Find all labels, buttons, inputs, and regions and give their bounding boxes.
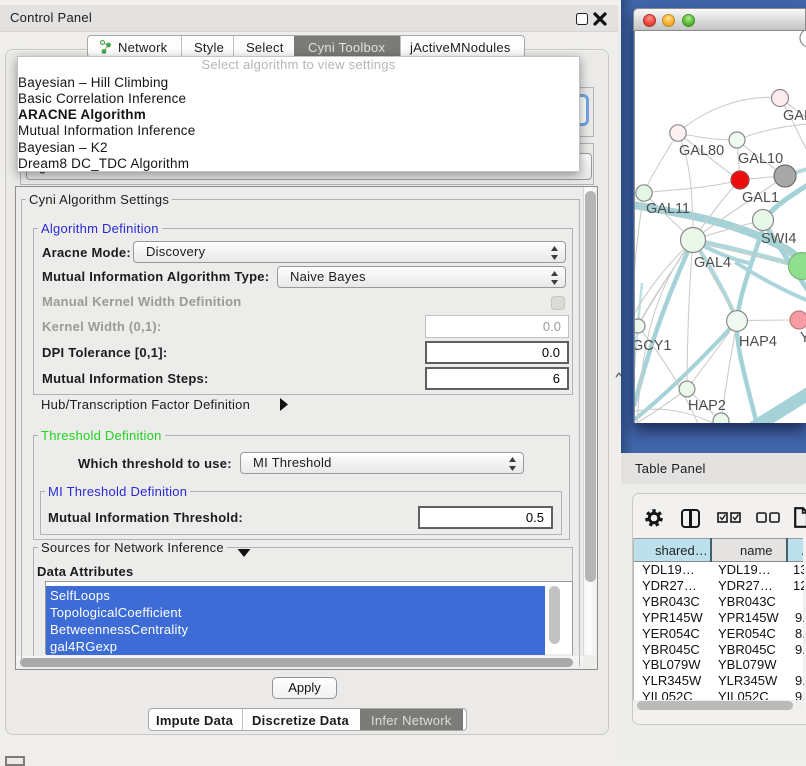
svg-text:HAP4: HAP4 [739, 334, 777, 350]
svg-text:Y: Y [800, 330, 806, 346]
svg-text:SWI4: SWI4 [761, 231, 796, 247]
svg-text:GAL10: GAL10 [738, 151, 783, 167]
svg-text:GAL1: GAL1 [742, 190, 779, 206]
svg-text:GAL: GAL [783, 108, 806, 124]
svg-text:GCY1: GCY1 [635, 338, 672, 354]
svg-text:GAL11: GAL11 [646, 201, 690, 217]
svg-text:GAL80: GAL80 [679, 143, 724, 159]
svg-text:HAP2: HAP2 [688, 398, 726, 414]
svg-text:GAL4: GAL4 [694, 255, 731, 271]
